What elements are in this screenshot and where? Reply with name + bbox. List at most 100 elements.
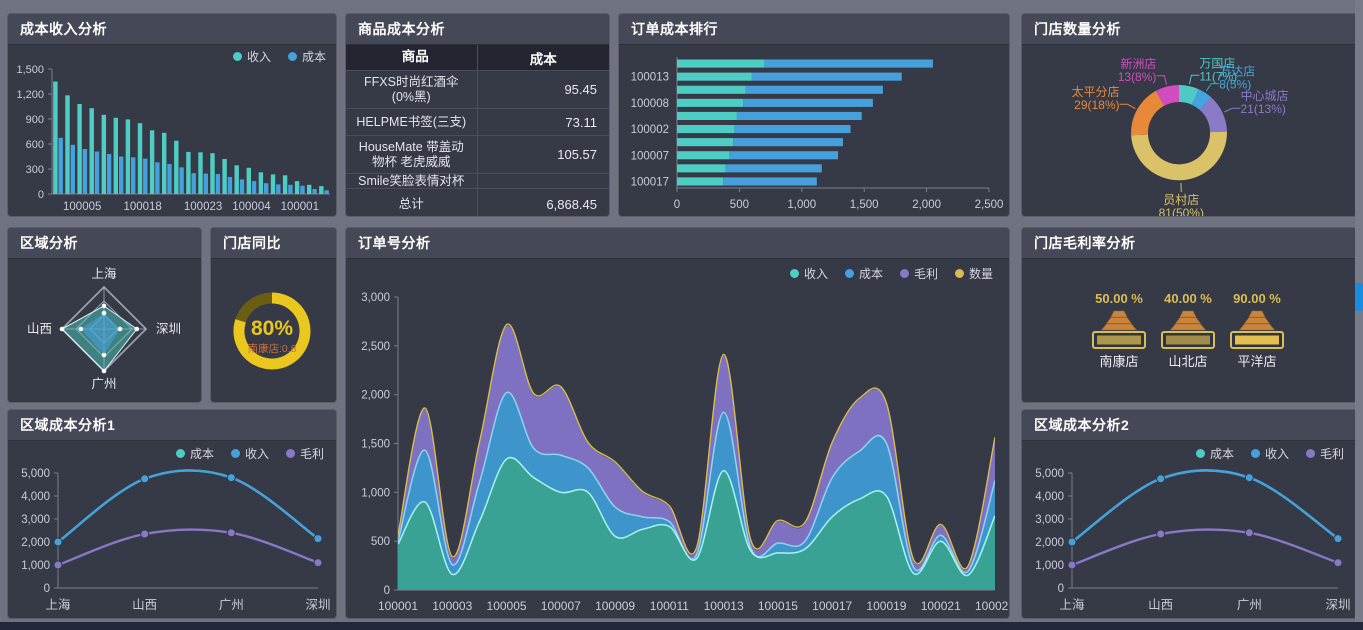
svg-text:50.00 %: 50.00 % bbox=[1095, 291, 1143, 306]
svg-text:深圳: 深圳 bbox=[305, 598, 330, 612]
panel-title-text: 区域分析 bbox=[20, 235, 78, 251]
store-margin-body: 50.00 %南康店40.00 %山北店90.00 %平洋店 bbox=[1022, 259, 1356, 402]
table-cell-product: FFXS时尚红酒伞(0%黑) bbox=[346, 71, 478, 108]
legend-dot bbox=[845, 269, 854, 278]
table-cell-cost: 6,868.45 bbox=[478, 189, 610, 216]
svg-text:100013: 100013 bbox=[704, 599, 744, 613]
legend-dot bbox=[286, 449, 295, 458]
svg-text:4,000: 4,000 bbox=[1035, 491, 1064, 503]
svg-text:300: 300 bbox=[26, 164, 44, 176]
legend-item[interactable]: 数量 bbox=[955, 265, 993, 282]
legend-item[interactable]: 收入 bbox=[231, 445, 269, 462]
table-row: FFXS时尚红酒伞(0%黑) 95.45 bbox=[346, 71, 609, 109]
legend-item[interactable]: 毛利 bbox=[900, 265, 938, 282]
svg-text:上海: 上海 bbox=[91, 266, 117, 281]
svg-text:5,000: 5,000 bbox=[1035, 468, 1064, 480]
svg-text:2,500: 2,500 bbox=[361, 341, 390, 353]
table-row: HELPME书签(三支) 73.11 bbox=[346, 109, 609, 136]
panel-title-text: 商品成本分析 bbox=[358, 21, 445, 37]
legend-item[interactable]: 毛利 bbox=[1306, 445, 1344, 462]
table-cell-cost: 73.11 bbox=[478, 109, 610, 135]
legend-item[interactable]: 成本 bbox=[176, 445, 214, 462]
store-yoy-gauge-chart[interactable]: 80%南康店:0.8 bbox=[211, 259, 336, 402]
svg-text:100021: 100021 bbox=[921, 599, 961, 613]
panel-title-text: 成本收入分析 bbox=[20, 21, 107, 37]
chart-svg: 上海深圳广州山西 bbox=[8, 259, 201, 402]
legend-dot bbox=[1196, 449, 1205, 458]
panel-order-cost-rank: 订单成本排行 05001,0001,5002,0002,500100013100… bbox=[619, 14, 1009, 216]
vertical-scrollbar-track[interactable] bbox=[1355, 0, 1363, 630]
table-cell-cost bbox=[478, 174, 610, 188]
svg-text:2,000: 2,000 bbox=[361, 390, 390, 402]
svg-text:南康店: 南康店 bbox=[1099, 354, 1138, 369]
legend-item[interactable]: 收入 bbox=[790, 265, 828, 282]
svg-text:1,500: 1,500 bbox=[16, 64, 44, 76]
order-cost-rank-chart[interactable]: 05001,0001,5002,0002,5001000131000081000… bbox=[619, 45, 1009, 216]
legend-item[interactable]: 收入 bbox=[233, 48, 271, 65]
cost-income-bar-chart[interactable]: 03006009001,2001,50010000510001810002310… bbox=[8, 45, 336, 216]
svg-text:3,000: 3,000 bbox=[21, 514, 50, 526]
store-count-donut-chart[interactable]: 万国店11(7%)万达店8(5%)中心城店21(13%)员村店81(50%)太平… bbox=[1022, 45, 1356, 216]
svg-text:100015: 100015 bbox=[758, 599, 798, 613]
svg-text:山西: 山西 bbox=[132, 598, 157, 612]
order-area-chart[interactable]: 05001,0001,5002,0002,5003,00010000110000… bbox=[346, 259, 1009, 618]
legend-item[interactable]: 成本 bbox=[288, 48, 326, 65]
legend-dot bbox=[1251, 449, 1260, 458]
svg-text:500: 500 bbox=[730, 199, 749, 211]
svg-text:100011: 100011 bbox=[650, 599, 689, 613]
store-margin-chart[interactable]: 50.00 %南康店40.00 %山北店90.00 %平洋店 bbox=[1022, 259, 1356, 402]
panel-store-yoy: 门店同比 80%南康店:0.8 bbox=[211, 228, 336, 402]
svg-text:山西: 山西 bbox=[27, 322, 52, 336]
svg-text:1,000: 1,000 bbox=[361, 487, 390, 499]
legend-item[interactable]: 收入 bbox=[1251, 445, 1289, 462]
horizontal-scrollbar[interactable] bbox=[0, 622, 1363, 630]
panel-title-store-count: 门店数量分析 bbox=[1022, 14, 1356, 45]
svg-text:100002: 100002 bbox=[631, 124, 669, 136]
svg-text:上海: 上海 bbox=[1059, 597, 1085, 612]
svg-text:0: 0 bbox=[44, 583, 50, 595]
svg-text:100007: 100007 bbox=[631, 150, 669, 162]
svg-text:100018: 100018 bbox=[123, 201, 161, 213]
panel-title-region-cost-2: 区域成本分析2 bbox=[1022, 410, 1356, 441]
svg-text:1,000: 1,000 bbox=[21, 560, 50, 572]
region-cost-1-chart[interactable]: 01,0002,0003,0004,0005,000上海山西广州深圳 bbox=[8, 441, 336, 618]
svg-text:广州: 广州 bbox=[1237, 598, 1262, 612]
panel-store-count: 门店数量分析 万国店11(7%)万达店8(5%)中心城店21(13%)员村店81… bbox=[1022, 14, 1356, 216]
cost-income-legend: 收入成本 bbox=[233, 48, 326, 65]
svg-text:南康店:0.8: 南康店:0.8 bbox=[247, 342, 296, 355]
panel-title-cost-income: 成本收入分析 bbox=[8, 14, 336, 45]
svg-text:100003: 100003 bbox=[432, 599, 472, 613]
region-cost-1-body: 成本收入毛利 01,0002,0003,0004,0005,000上海山西广州深… bbox=[8, 441, 336, 618]
region-radar-chart[interactable]: 上海深圳广州山西 bbox=[8, 259, 201, 402]
vertical-scrollbar-thumb[interactable] bbox=[1355, 283, 1363, 311]
svg-text:1,500: 1,500 bbox=[361, 439, 390, 451]
legend-item[interactable]: 毛利 bbox=[286, 445, 324, 462]
legend-label: 收入 bbox=[247, 48, 271, 65]
table-cell-cost: 95.45 bbox=[478, 71, 610, 108]
svg-text:900: 900 bbox=[26, 114, 44, 126]
table-header-cost: 成本 bbox=[478, 45, 610, 70]
svg-text:中心城店21(13%): 中心城店21(13%) bbox=[1241, 88, 1289, 116]
table-header-product: 商品 bbox=[346, 45, 478, 70]
legend-label: 成本 bbox=[859, 265, 883, 282]
cost-income-body: 收入成本 03006009001,2001,500100005100018100… bbox=[8, 45, 336, 216]
chart-svg: 03006009001,2001,50010000510001810002310… bbox=[8, 45, 336, 216]
legend-dot bbox=[955, 269, 964, 278]
region-cost-1-legend: 成本 收入 毛利 bbox=[176, 445, 324, 462]
svg-text:100008: 100008 bbox=[631, 98, 669, 110]
panel-title-order-cost-rank: 订单成本排行 bbox=[619, 14, 1009, 45]
legend-label: 成本 bbox=[1210, 445, 1234, 462]
legend-label: 毛利 bbox=[300, 445, 324, 462]
region-cost-2-chart[interactable]: 01,0002,0003,0004,0005,000上海山西广州深圳 bbox=[1022, 441, 1356, 618]
svg-text:深圳: 深圳 bbox=[1325, 598, 1350, 612]
legend-dot bbox=[231, 449, 240, 458]
panel-title-text: 订单成本排行 bbox=[631, 21, 718, 37]
svg-text:深圳: 深圳 bbox=[156, 322, 181, 336]
svg-text:平洋店: 平洋店 bbox=[1237, 354, 1276, 369]
panel-region-cost-2: 区域成本分析2 成本收入毛利 01,0002,0003,0004,0005,00… bbox=[1022, 410, 1356, 618]
chart-svg: 01,0002,0003,0004,0005,000上海山西广州深圳 bbox=[8, 441, 336, 618]
legend-item[interactable]: 成本 bbox=[1196, 445, 1234, 462]
legend-item[interactable]: 成本 bbox=[845, 265, 883, 282]
svg-text:3,000: 3,000 bbox=[361, 292, 390, 304]
legend-label: 收入 bbox=[245, 445, 269, 462]
